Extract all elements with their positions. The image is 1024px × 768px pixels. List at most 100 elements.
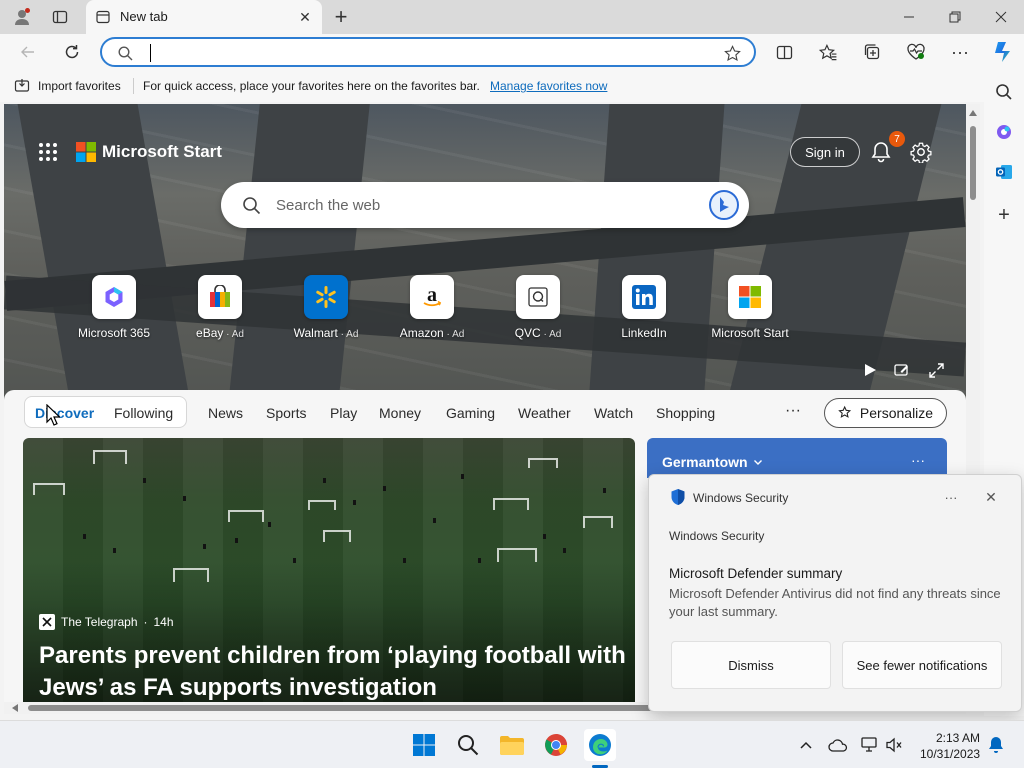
mouse-pointer-icon (46, 403, 61, 426)
clock-time: 2:13 AM (935, 731, 980, 745)
tab-watch[interactable]: Watch (594, 405, 633, 421)
toast-more-icon[interactable]: ··· (939, 486, 963, 508)
scroll-up-icon[interactable] (968, 108, 978, 118)
tile-label: Microsoft Start (711, 326, 789, 340)
system-clock[interactable]: 2:13 AM 10/31/2023 (920, 730, 980, 762)
minimize-button[interactable] (894, 4, 924, 30)
favorites-icon[interactable] (814, 38, 842, 66)
vertical-scroll-thumb[interactable] (970, 126, 976, 200)
sparkle-icon (838, 405, 852, 418)
divider (133, 78, 134, 94)
article-separator: · (143, 615, 148, 629)
back-icon[interactable] (14, 38, 42, 66)
article-title[interactable]: Parents prevent children from ‘playing f… (39, 640, 629, 704)
add-sidebar-app-icon[interactable]: + (992, 203, 1016, 227)
favorite-star-icon[interactable] (722, 43, 742, 63)
tab-discover[interactable]: Discover (35, 405, 94, 421)
collections-icon[interactable] (858, 38, 886, 66)
chevron-down-icon[interactable] (751, 454, 765, 470)
split-screen-icon[interactable] (770, 38, 798, 66)
article-source: The Telegraph · 14h (39, 614, 174, 630)
text-cursor (150, 44, 151, 62)
import-favorites-button[interactable]: Import favorites (38, 79, 121, 93)
article-card[interactable]: The Telegraph · 14h Parents prevent chil… (23, 438, 635, 712)
tab-play[interactable]: Play (330, 405, 357, 421)
page-settings-gear-icon[interactable] (908, 139, 934, 165)
onedrive-icon[interactable] (828, 735, 848, 755)
tab-sports[interactable]: Sports (266, 405, 306, 421)
microsoft-365-icon (92, 275, 136, 319)
article-source-name: The Telegraph (61, 615, 138, 629)
notification-center-bell-icon[interactable] (986, 735, 1006, 755)
linkedin-logo-icon (622, 275, 666, 319)
tab-new-tab[interactable]: New tab ✕ (86, 0, 322, 34)
quick-link-qvc[interactable]: QVC · Ad (478, 275, 598, 340)
weather-card[interactable]: Germantown ··· (647, 438, 947, 478)
tile-label: QVC (514, 326, 541, 340)
quick-link-ebay[interactable]: eBay · Ad (160, 275, 280, 340)
the-telegraph-logo-icon (39, 614, 55, 630)
address-bar[interactable] (100, 37, 756, 67)
personalize-button[interactable]: Personalize (824, 398, 947, 428)
tab-gaming[interactable]: Gaming (446, 405, 495, 421)
outlook-icon[interactable] (992, 160, 1016, 184)
apps-launcher-icon[interactable] (38, 142, 58, 162)
dismiss-button[interactable]: Dismiss (671, 641, 831, 689)
browser-essentials-icon[interactable] (902, 38, 930, 66)
tab-shopping[interactable]: Shopping (656, 405, 715, 421)
tab-news[interactable]: News (208, 405, 243, 421)
microsoft-365-icon[interactable] (992, 120, 1016, 144)
tile-label: LinkedIn (621, 326, 667, 340)
quick-link-microsoft-365[interactable]: Microsoft 365 (54, 275, 174, 340)
tab-weather[interactable]: Weather (518, 405, 571, 421)
walmart-spark-icon (304, 275, 348, 319)
chrome-icon[interactable] (540, 729, 572, 761)
toast-close-icon[interactable]: ✕ (979, 486, 1003, 508)
see-fewer-notifications-button[interactable]: See fewer notifications (842, 641, 1002, 689)
search-icon[interactable] (992, 80, 1016, 104)
brand-title[interactable]: Microsoft Start (102, 142, 222, 162)
sign-in-button[interactable]: Sign in (790, 137, 860, 167)
settings-more-icon[interactable]: ··· (946, 38, 974, 66)
tile-label: Microsoft 365 (77, 326, 151, 340)
quick-link-microsoft-start[interactable]: Microsoft Start (690, 275, 810, 340)
bing-chat-icon[interactable] (708, 189, 740, 221)
new-tab-button[interactable]: + (328, 4, 354, 30)
network-icon[interactable] (860, 735, 880, 755)
quick-link-amazon[interactable]: a Amazon · Ad (372, 275, 492, 340)
scroll-left-icon[interactable] (10, 703, 20, 713)
close-window-button[interactable] (986, 4, 1016, 30)
taskbar-search-icon[interactable] (452, 729, 484, 761)
chevron-up-icon[interactable] (796, 735, 816, 755)
fullscreen-icon[interactable] (926, 360, 946, 380)
edge-taskbar-icon[interactable] (584, 729, 616, 761)
new-tab-page-icon (96, 10, 110, 24)
tab-following[interactable]: Following (114, 405, 173, 421)
tab-money[interactable]: Money (379, 405, 421, 421)
ad-label: Ad (549, 329, 562, 340)
toast-title: Microsoft Defender summary (669, 566, 843, 581)
quick-link-linkedin[interactable]: LinkedIn (584, 275, 704, 340)
tile-label: Walmart (293, 326, 338, 340)
copilot-icon[interactable] (988, 38, 1016, 66)
volume-muted-icon[interactable] (884, 735, 904, 755)
web-search-box[interactable]: Search the web (221, 182, 749, 228)
personalize-label: Personalize (859, 405, 934, 421)
file-explorer-icon[interactable] (496, 729, 528, 761)
microsoft-logo-icon (728, 275, 772, 319)
tab-actions-icon[interactable] (46, 4, 74, 30)
refresh-icon[interactable] (58, 38, 86, 66)
play-icon[interactable] (860, 360, 880, 380)
search-icon (241, 195, 261, 215)
quick-link-walmart[interactable]: Walmart · Ad (266, 275, 386, 340)
weather-more-icon[interactable]: ··· (907, 450, 929, 470)
manage-favorites-link[interactable]: Manage favorites now (490, 79, 607, 93)
restore-button[interactable] (940, 4, 970, 30)
more-tabs-button[interactable]: ··· (785, 402, 801, 420)
profile-icon[interactable] (8, 4, 36, 30)
weather-location[interactable]: Germantown (662, 454, 748, 470)
article-age: 14h (153, 615, 174, 629)
close-tab-icon[interactable]: ✕ (294, 6, 316, 28)
windows-start-icon[interactable] (408, 729, 440, 761)
edit-background-icon[interactable] (892, 360, 912, 380)
